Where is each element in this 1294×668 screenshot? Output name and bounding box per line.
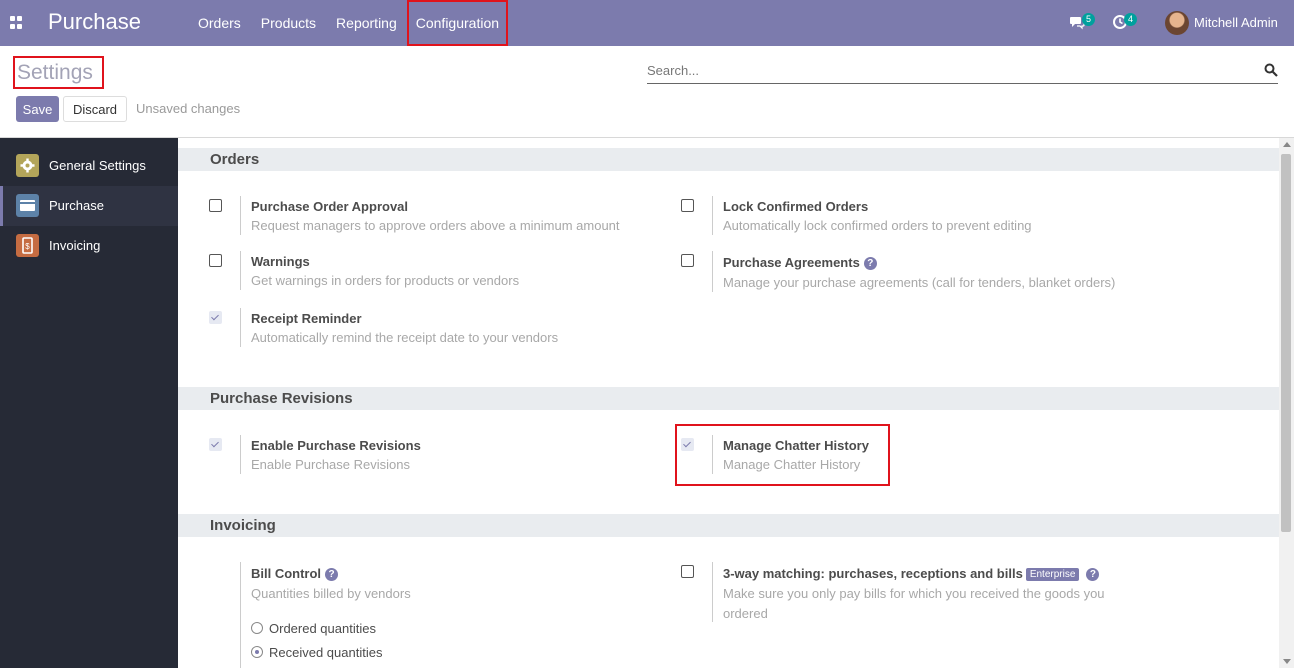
setting-description: Get warnings in orders for products or v… bbox=[251, 273, 520, 288]
sidebar-item-label: Invoicing bbox=[49, 238, 101, 253]
help-icon[interactable]: ? bbox=[1086, 568, 1100, 581]
sidebar-item-purchase[interactable]: Purchase bbox=[0, 186, 178, 226]
setting-description: ordered bbox=[723, 606, 768, 621]
menu-configuration[interactable]: Configuration bbox=[406, 0, 509, 46]
manage-chatter-history-checkbox[interactable] bbox=[681, 438, 694, 451]
sidebar-item-label: Purchase bbox=[49, 198, 104, 213]
section-header-orders: Orders bbox=[178, 148, 1279, 171]
sidebar-item-label: General Settings bbox=[49, 158, 146, 173]
sidebar-item-invoicing[interactable]: $ Invoicing bbox=[0, 226, 178, 266]
radio-label[interactable]: Received quantities bbox=[269, 645, 382, 660]
divider bbox=[240, 251, 241, 290]
messages-count-badge: 5 bbox=[1082, 13, 1096, 26]
setting-title: Receipt Reminder bbox=[251, 311, 362, 326]
section-title: Orders bbox=[210, 151, 260, 168]
section-title: Purchase Revisions bbox=[210, 390, 353, 407]
setting-description: Manage your purchase agreements (call fo… bbox=[723, 275, 1116, 290]
purchase-icon bbox=[16, 194, 39, 217]
save-button[interactable]: Save bbox=[16, 96, 59, 122]
search-icon[interactable] bbox=[1264, 63, 1278, 77]
scroll-down-arrow-icon[interactable] bbox=[1283, 659, 1291, 664]
app-menu-icon[interactable] bbox=[10, 16, 23, 29]
setting-description: Enable Purchase Revisions bbox=[251, 457, 410, 472]
setting-title: Bill Control bbox=[251, 566, 322, 581]
unsaved-status: Unsaved changes bbox=[136, 101, 241, 116]
enterprise-badge: Enterprise bbox=[1025, 568, 1080, 581]
setting-title: 3-way matching: purchases, receptions an… bbox=[723, 566, 1023, 581]
section-header-invoicing: Invoicing bbox=[178, 514, 1279, 537]
ordered-quantities-radio[interactable] bbox=[251, 622, 263, 634]
app-brand[interactable]: Purchase bbox=[48, 9, 141, 35]
settings-content: Orders Purchase Order Approval Request m… bbox=[178, 138, 1279, 668]
menu-orders[interactable]: Orders bbox=[188, 0, 251, 46]
setting-title: Warnings bbox=[251, 254, 310, 269]
user-name[interactable]: Mitchell Admin bbox=[1194, 15, 1278, 30]
warnings-checkbox[interactable] bbox=[209, 254, 222, 267]
top-navbar: Purchase Orders Products Reporting Confi… bbox=[0, 0, 1294, 46]
setting-description: Automatically lock confirmed orders to p… bbox=[723, 218, 1032, 233]
control-panel: Settings Save Discard Unsaved changes bbox=[0, 46, 1294, 138]
three-way-matching-title: 3-way matching: purchases, receptions an… bbox=[723, 566, 1100, 581]
setting-title: Enable Purchase Revisions bbox=[251, 438, 421, 453]
purchase-agreements-checkbox[interactable] bbox=[681, 254, 694, 267]
svg-text:$: $ bbox=[25, 242, 30, 251]
menu-reporting[interactable]: Reporting bbox=[326, 0, 407, 46]
setting-title: Purchase Order Approval bbox=[251, 199, 409, 214]
section-header-purchase-revisions: Purchase Revisions bbox=[178, 387, 1279, 410]
help-icon[interactable]: ? bbox=[863, 257, 877, 270]
setting-title: Lock Confirmed Orders bbox=[723, 199, 869, 214]
setting-description: Request managers to approve orders above… bbox=[251, 218, 620, 233]
menu-products[interactable]: Products bbox=[251, 0, 326, 46]
purchase-order-approval-checkbox[interactable] bbox=[209, 199, 222, 212]
setting-description: Manage Chatter History bbox=[723, 457, 861, 472]
three-way-matching-checkbox[interactable] bbox=[681, 565, 694, 578]
divider bbox=[712, 251, 713, 292]
radio-label[interactable]: Ordered quantities bbox=[269, 621, 376, 636]
gear-icon bbox=[16, 154, 39, 177]
setting-title: Manage Chatter History bbox=[723, 438, 869, 453]
enable-purchase-revisions-checkbox[interactable] bbox=[209, 438, 222, 451]
user-avatar[interactable] bbox=[1165, 11, 1189, 35]
received-quantities-radio[interactable] bbox=[251, 646, 263, 658]
divider bbox=[712, 435, 713, 474]
sidebar-item-general-settings[interactable]: General Settings bbox=[0, 146, 178, 186]
activities-count-badge: 4 bbox=[1124, 13, 1138, 26]
section-title: Invoicing bbox=[210, 517, 276, 534]
lock-confirmed-orders-checkbox[interactable] bbox=[681, 199, 694, 212]
setting-description: Make sure you only pay bills for which y… bbox=[723, 586, 1105, 601]
purchase-agreements-title: Purchase Agreements? bbox=[723, 255, 877, 270]
scrollbar[interactable] bbox=[1279, 138, 1294, 668]
divider bbox=[240, 196, 241, 235]
bill-control-title: Bill Control? bbox=[251, 566, 339, 581]
divider bbox=[712, 562, 713, 622]
help-icon[interactable]: ? bbox=[325, 568, 339, 581]
page-title: Settings bbox=[13, 56, 104, 89]
invoicing-icon: $ bbox=[16, 234, 39, 257]
scroll-up-arrow-icon[interactable] bbox=[1283, 142, 1291, 147]
setting-title: Purchase Agreements bbox=[723, 255, 860, 270]
search-bar bbox=[647, 60, 1278, 84]
setting-description: Automatically remind the receipt date to… bbox=[251, 330, 559, 345]
search-input[interactable] bbox=[647, 60, 1247, 80]
settings-sidebar: General Settings Purchase $ Invoicing bbox=[0, 138, 178, 668]
divider bbox=[240, 435, 241, 474]
receipt-reminder-checkbox[interactable] bbox=[209, 311, 222, 324]
highlight-box bbox=[675, 424, 890, 486]
divider bbox=[712, 196, 713, 235]
setting-description: Quantities billed by vendors bbox=[251, 586, 411, 601]
discard-button[interactable]: Discard bbox=[63, 96, 127, 122]
divider bbox=[240, 308, 241, 347]
main-menu: Orders Products Reporting Configuration bbox=[188, 0, 509, 46]
scroll-thumb[interactable] bbox=[1281, 154, 1291, 532]
divider bbox=[240, 562, 241, 668]
